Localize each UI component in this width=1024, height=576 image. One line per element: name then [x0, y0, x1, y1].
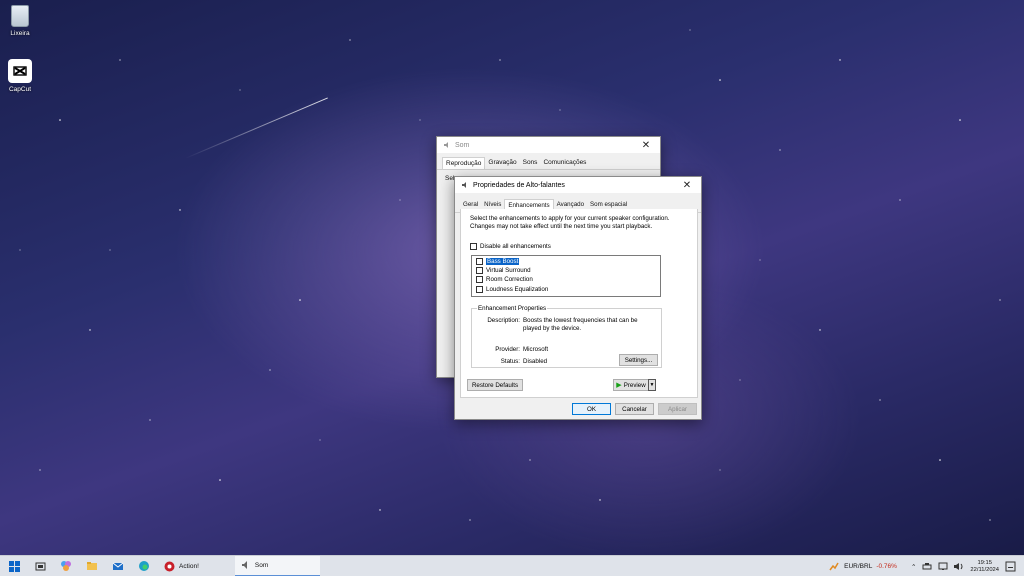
taskbar: Action! Som EUR/BRL -0.76% ⌃ 19:15 22/11…	[0, 555, 1024, 576]
taskbar-app-label: Som	[254, 561, 269, 569]
apply-button[interactable]: Aplicar	[658, 403, 697, 415]
speaker-properties-dialog: Propriedades de Alto-falantes ✕ Geral Ní…	[454, 176, 702, 420]
clock[interactable]: 19:15 22/11/2024	[970, 560, 999, 574]
tab-reproducao[interactable]: Reprodução	[442, 157, 486, 169]
taskbar-app-som[interactable]: Som	[234, 555, 320, 576]
system-tray: EUR/BRL -0.76% ⌃ 19:15 22/11/2024	[829, 556, 1024, 576]
mail-button[interactable]	[108, 556, 128, 576]
settings-button[interactable]: Settings...	[619, 354, 658, 366]
play-icon: ▶	[616, 382, 622, 389]
speaker-icon	[443, 141, 451, 149]
tab-comunicacoes[interactable]: Comunicações	[540, 157, 589, 169]
cancel-button[interactable]: Cancelar	[615, 403, 654, 415]
desktop-icon-recycle-bin[interactable]: Lixeira	[0, 5, 40, 37]
clock-date: 22/11/2024	[970, 566, 999, 573]
currency-chart-icon	[829, 562, 839, 570]
enhancements-page: Select the enhancements to apply for you…	[460, 209, 698, 398]
list-item[interactable]: Room Correction	[476, 275, 656, 284]
enhancement-properties-group: Enhancement Properties Description: Boos…	[471, 305, 662, 368]
mail-icon	[112, 562, 124, 570]
provider-value: Microsoft	[523, 346, 549, 353]
windows-icon	[8, 560, 20, 572]
list-item[interactable]: Bass Boost	[476, 257, 656, 266]
restore-defaults-button[interactable]: Restore Defaults	[467, 379, 523, 391]
edge-button[interactable]	[134, 556, 154, 576]
enhancement-label: Virtual Surround	[486, 267, 531, 275]
checkbox-box[interactable]	[476, 267, 483, 275]
chevron-up-icon[interactable]: ⌃	[911, 563, 916, 571]
copilot-button[interactable]	[56, 556, 76, 576]
clock-time: 19:15	[977, 559, 992, 566]
start-button[interactable]	[4, 556, 24, 576]
disable-all-label: Disable all enhancements	[480, 243, 551, 250]
sound-window-titlebar[interactable]: Som ✕	[437, 137, 660, 153]
copilot-icon	[61, 561, 71, 571]
tab-gravacao[interactable]: Gravação	[485, 157, 519, 169]
close-icon[interactable]: ✕	[679, 178, 695, 192]
checkbox-box[interactable]	[476, 276, 483, 284]
sound-window-tabs: Reprodução Gravação Sons Comunicações	[437, 153, 660, 170]
volume-icon[interactable]	[953, 562, 964, 571]
preview-label: Preview	[623, 381, 646, 389]
recycle-bin-icon	[11, 5, 29, 27]
description-key: Description:	[487, 317, 520, 324]
taskbar-app-action[interactable]: Action!	[158, 556, 205, 576]
desktop-icon-label: CapCut	[8, 86, 32, 93]
properties-title: Propriedades de Alto-falantes	[473, 181, 565, 189]
description-row: Description: Boosts the lowest frequenci…	[474, 317, 653, 333]
meteor-streak	[184, 97, 328, 159]
task-view-button[interactable]	[30, 556, 50, 576]
enhancements-list[interactable]: Bass Boost Virtual Surround Room Correct…	[471, 255, 661, 297]
speaker-icon	[461, 181, 469, 189]
chevron-down-icon[interactable]: ▼	[648, 379, 656, 391]
checkbox-box[interactable]	[476, 258, 483, 266]
preview-button[interactable]: ▶ Preview	[613, 379, 649, 391]
sound-window-title: Som	[455, 141, 470, 149]
task-view-icon	[35, 562, 45, 570]
taskbar-app-label: Action!	[179, 562, 199, 570]
tab-sons[interactable]: Sons	[520, 157, 541, 169]
file-explorer-button[interactable]	[82, 556, 102, 576]
folder-icon	[87, 562, 97, 570]
notification-icon[interactable]	[1005, 561, 1016, 572]
ticker-change[interactable]: -0.76%	[876, 563, 897, 570]
status-key: Status:	[500, 358, 520, 365]
desktop-icon-label: Lixeira	[10, 30, 30, 37]
close-icon[interactable]: ✕	[638, 138, 654, 152]
disable-all-checkbox[interactable]: Disable all enhancements	[470, 243, 551, 250]
properties-titlebar[interactable]: Propriedades de Alto-falantes ✕	[455, 177, 701, 193]
ok-button[interactable]: OK	[572, 403, 611, 415]
speaker-icon	[241, 561, 247, 569]
ticker-symbol[interactable]: EUR/BRL	[844, 563, 872, 570]
provider-key: Provider:	[495, 346, 520, 353]
list-item[interactable]: Virtual Surround	[476, 266, 656, 275]
list-item[interactable]: Loudness Equalization	[476, 285, 656, 294]
enhancement-label: Bass Boost	[486, 258, 520, 266]
desktop-icon-capcut[interactable]: CapCut	[0, 59, 40, 93]
capcut-icon	[8, 59, 32, 83]
edge-icon	[139, 561, 149, 571]
checkbox-box[interactable]	[476, 285, 483, 293]
provider-row: Provider: Microsoft	[474, 346, 653, 354]
network-icon[interactable]	[938, 562, 948, 571]
description-value: Boosts the lowest frequencies that can b…	[523, 317, 638, 333]
action-icon	[164, 561, 175, 571]
enhancement-label: Room Correction	[486, 276, 533, 284]
printer-icon[interactable]	[922, 562, 932, 571]
enhancement-label: Loudness Equalization	[486, 285, 549, 293]
enhancements-description: Select the enhancements to apply for you…	[470, 215, 670, 231]
properties-legend: Enhancement Properties	[477, 305, 548, 312]
checkbox-box[interactable]	[470, 243, 477, 250]
